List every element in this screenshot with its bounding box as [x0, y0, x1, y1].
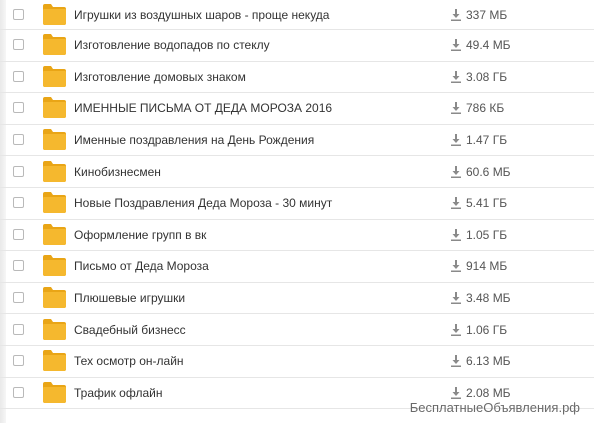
- file-size-label: 786 КБ: [466, 101, 505, 116]
- folder-icon: [43, 160, 66, 182]
- file-size[interactable]: 3.08 ГБ: [451, 70, 507, 84]
- file-row[interactable]: Кинобизнесмен 60.6 МБ: [0, 156, 594, 188]
- download-icon[interactable]: [451, 260, 461, 273]
- row-checkbox[interactable]: [13, 70, 24, 82]
- file-row[interactable]: Тех осмотр он-лайн 6.13 МБ: [0, 346, 594, 378]
- download-icon[interactable]: [451, 386, 461, 399]
- file-size[interactable]: 2.08 МБ: [451, 386, 511, 400]
- file-name-link[interactable]: Тех осмотр он-лайн: [74, 354, 184, 368]
- file-row[interactable]: Плюшевые игрушки 3.48 МБ: [0, 283, 594, 315]
- file-row[interactable]: Изготовление домовых знаком 3.08 ГБ: [0, 62, 594, 94]
- file-size-label: 1.05 ГБ: [466, 227, 508, 242]
- row-checkbox[interactable]: [13, 8, 24, 20]
- file-name-link[interactable]: ИМЕННЫЕ ПИСЬМА ОТ ДЕДА МОРОЗА 2016: [74, 101, 332, 115]
- file-size[interactable]: 6.13 МБ: [451, 354, 511, 368]
- file-size[interactable]: 3.48 МБ: [451, 291, 511, 305]
- row-checkbox[interactable]: [13, 197, 24, 209]
- download-icon[interactable]: [451, 70, 461, 83]
- file-row[interactable]: ИМЕННЫЕ ПИСЬМА ОТ ДЕДА МОРОЗА 2016 786 КБ: [0, 93, 594, 125]
- file-size-label: 1.06 ГБ: [466, 322, 508, 337]
- folder-icon: [43, 97, 66, 119]
- file-size[interactable]: 1.47 ГБ: [451, 133, 507, 147]
- download-icon[interactable]: [451, 165, 461, 178]
- folder-icon: [43, 318, 66, 340]
- folder-icon: [43, 65, 66, 87]
- row-checkbox[interactable]: [13, 228, 24, 240]
- file-name-link[interactable]: Свадебный бизнесс: [74, 323, 186, 337]
- file-name-link[interactable]: Плюшевые игрушки: [74, 291, 185, 305]
- file-name-link[interactable]: Новые Поздравления Деда Мороза - 30 мину…: [74, 196, 332, 210]
- file-name-link[interactable]: Оформление групп в вк: [74, 228, 206, 242]
- file-size-label: 60.6 МБ: [466, 164, 511, 179]
- file-row[interactable]: Новые Поздравления Деда Мороза - 30 мину…: [0, 188, 594, 220]
- row-checkbox[interactable]: [13, 102, 24, 114]
- file-size[interactable]: 1.06 ГБ: [451, 323, 507, 337]
- folder-icon: [43, 192, 66, 214]
- file-size-label: 337 МБ: [466, 7, 508, 22]
- download-icon[interactable]: [451, 102, 461, 115]
- file-row[interactable]: Письмо от Деда Мороза 914 МБ: [0, 251, 594, 283]
- file-size-label: 3.48 МБ: [466, 291, 511, 306]
- file-row[interactable]: Оформление групп в вк 1.05 ГБ: [0, 220, 594, 252]
- file-list: Игрушки из воздушных шаров - проще некуд…: [0, 0, 594, 410]
- file-size-label: 2.08 МБ: [466, 385, 511, 400]
- folder-icon: [43, 255, 66, 277]
- watermark: БесплатныеОбъявления.рф: [409, 400, 580, 415]
- file-size-label: 1.47 ГБ: [466, 133, 508, 148]
- file-size[interactable]: 60.6 МБ: [451, 165, 511, 179]
- row-checkbox[interactable]: [13, 355, 24, 367]
- file-size-label: 49.4 МБ: [466, 38, 511, 53]
- file-name-link[interactable]: Игрушки из воздушных шаров - проще некуд…: [74, 8, 329, 22]
- row-checkbox[interactable]: [13, 134, 24, 146]
- folder-icon: [43, 287, 66, 309]
- file-size[interactable]: 786 КБ: [451, 101, 504, 115]
- download-icon[interactable]: [451, 39, 461, 52]
- row-checkbox[interactable]: [13, 165, 24, 177]
- file-size[interactable]: 49.4 МБ: [451, 38, 511, 52]
- file-size[interactable]: 914 МБ: [451, 259, 507, 273]
- folder-icon: [43, 381, 66, 403]
- file-size-label: 914 МБ: [466, 259, 508, 274]
- folder-icon: [43, 129, 66, 151]
- row-checkbox[interactable]: [13, 386, 24, 398]
- file-row[interactable]: Игрушки из воздушных шаров - проще некуд…: [0, 0, 594, 30]
- file-size-label: 6.13 МБ: [466, 354, 511, 369]
- file-name-link[interactable]: Кинобизнесмен: [74, 165, 161, 179]
- file-name-link[interactable]: Изготовление домовых знаком: [74, 70, 246, 84]
- download-icon[interactable]: [451, 134, 461, 147]
- file-name-link[interactable]: Именные поздравления на День Рождения: [74, 133, 314, 147]
- folder-icon: [43, 350, 66, 372]
- download-icon[interactable]: [451, 355, 461, 368]
- file-row[interactable]: Изготовление водопадов по стеклу 49.4 МБ: [0, 30, 594, 62]
- file-row[interactable]: Свадебный бизнесс 1.06 ГБ: [0, 314, 594, 346]
- file-name-link[interactable]: Трафик офлайн: [74, 386, 162, 400]
- file-size-label: 5.41 ГБ: [466, 196, 508, 211]
- download-icon[interactable]: [451, 228, 461, 241]
- file-size[interactable]: 5.41 ГБ: [451, 196, 507, 210]
- download-icon[interactable]: [451, 323, 461, 336]
- folder-icon: [43, 3, 66, 25]
- row-checkbox[interactable]: [13, 39, 24, 51]
- row-checkbox[interactable]: [13, 323, 24, 335]
- download-icon[interactable]: [451, 197, 461, 210]
- folder-icon: [43, 34, 66, 56]
- row-checkbox[interactable]: [13, 260, 24, 272]
- file-size[interactable]: 1.05 ГБ: [451, 228, 507, 242]
- folder-icon: [43, 223, 66, 245]
- file-size[interactable]: 337 МБ: [451, 8, 507, 22]
- file-size-label: 3.08 ГБ: [466, 69, 508, 84]
- download-icon[interactable]: [451, 292, 461, 305]
- file-name-link[interactable]: Изготовление водопадов по стеклу: [74, 38, 270, 52]
- file-browser: Игрушки из воздушных шаров - проще некуд…: [0, 0, 594, 423]
- file-name-link[interactable]: Письмо от Деда Мороза: [74, 259, 209, 273]
- download-icon[interactable]: [451, 8, 461, 21]
- row-checkbox[interactable]: [13, 292, 24, 304]
- file-row[interactable]: Именные поздравления на День Рождения 1.4…: [0, 125, 594, 157]
